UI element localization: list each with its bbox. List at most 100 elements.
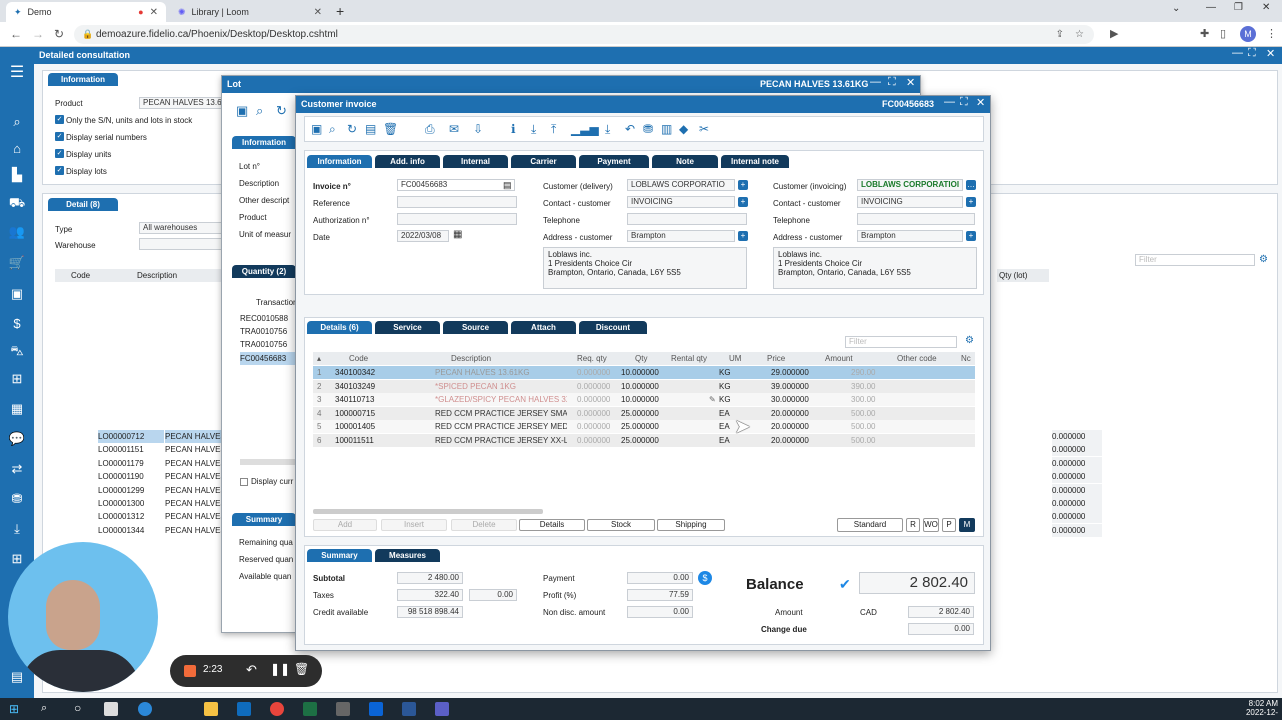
invoice-tab-payment[interactable]: Payment (579, 155, 649, 168)
transaction-row[interactable]: TRA0010756 (240, 325, 295, 338)
tag-icon[interactable]: ◆ (679, 122, 688, 136)
chevron-down-icon[interactable]: ⌄ (1172, 3, 1180, 14)
summary-tab-summary[interactable]: Summary (307, 549, 372, 562)
search-icon[interactable]: ⌕ (0, 112, 34, 132)
save-icon[interactable]: ▤ (365, 122, 376, 136)
details-tab-details[interactable]: Details (6) (307, 321, 372, 334)
close-icon[interactable]: ✕ (314, 7, 322, 18)
close-icon[interactable]: ✕ (976, 96, 985, 109)
info-icon[interactable]: ℹ (511, 122, 516, 136)
checkbox-serial-numbers[interactable]: ✓ (55, 132, 64, 141)
edge-icon[interactable] (138, 702, 152, 716)
details-button[interactable]: Details (519, 519, 585, 531)
contact-delivery-input[interactable]: INVOICING (627, 196, 735, 208)
sort-up-icon[interactable]: ▴ (317, 352, 321, 365)
tools-icon[interactable]: ✂ (699, 122, 709, 136)
add-address-invoicing-icon[interactable]: + (966, 231, 976, 241)
new-icon[interactable]: ▣ (236, 103, 248, 119)
restore-icon[interactable]: ❐ (1234, 2, 1243, 13)
close-icon[interactable]: ✕ (906, 76, 915, 89)
import-icon[interactable]: ⤓ (605, 122, 610, 137)
task-view-icon[interactable]: ○ (74, 701, 81, 715)
transfer-icon[interactable]: ⇄ (0, 459, 34, 479)
undo-icon[interactable]: ↶ (246, 662, 257, 678)
details-tab-discount[interactable]: Discount (579, 321, 647, 334)
table-row[interactable]: 1 340100342 PECAN HALVES 13.61KG 0.000000 10… (313, 366, 975, 379)
telephone-delivery-input[interactable] (627, 213, 747, 225)
dollar-icon[interactable]: $ (698, 571, 712, 585)
table-row[interactable]: 2 340103249 *SPICED PECAN 1KG 0.000000 10.00… (313, 379, 975, 393)
scrollbar[interactable] (240, 459, 295, 465)
summary-tab-measures[interactable]: Measures (375, 549, 440, 562)
email-icon[interactable]: ✉ (449, 122, 459, 136)
refresh-icon[interactable]: ↻ (347, 122, 357, 136)
warehouse-select[interactable] (139, 238, 223, 250)
boxes-icon[interactable]: ▦ (0, 399, 34, 419)
sidebar-icon[interactable]: ▯ (1220, 27, 1226, 40)
tab-information[interactable]: Information (48, 73, 118, 86)
standard-button[interactable]: Standard (837, 518, 903, 532)
invoice-tab-internal-note[interactable]: Internal note (721, 155, 789, 168)
users-icon[interactable]: 👥 (0, 222, 34, 242)
details-tab-attach[interactable]: Attach (511, 321, 576, 334)
details-filter-input[interactable]: Filter (845, 336, 957, 348)
minimize-icon[interactable]: — (1206, 2, 1216, 13)
reload-icon[interactable]: ↻ (54, 27, 64, 41)
mode-m-button[interactable]: M (959, 518, 975, 532)
delete-button[interactable]: Delete (451, 519, 517, 531)
add-address-delivery-icon[interactable]: + (738, 231, 748, 241)
tab-detail[interactable]: Detail (8) (48, 198, 118, 211)
back-icon[interactable]: ← (10, 27, 22, 41)
word-icon[interactable] (402, 702, 416, 716)
forward-icon[interactable]: → (32, 27, 44, 41)
refresh-icon[interactable]: ↻ (276, 103, 287, 119)
chart-icon[interactable]: ▙ (0, 165, 34, 185)
file-explorer-icon[interactable] (204, 702, 218, 716)
invoice-tab-carrier[interactable]: Carrier (511, 155, 576, 168)
table-row[interactable]: 5 100001405 RED CCM PRACTICE JERSEY MEDIU 0… (313, 420, 975, 433)
calendar-icon[interactable]: ▦ (453, 229, 462, 240)
minimize-icon[interactable]: — (1232, 47, 1243, 59)
telephone-invoicing-input[interactable] (857, 213, 975, 225)
new-tab-icon[interactable]: + (336, 3, 344, 19)
cart-icon[interactable]: 🛒 (0, 253, 34, 273)
transaction-row[interactable]: FC00456683 (240, 352, 295, 365)
menu-icon[interactable]: ⋮ (1266, 27, 1277, 40)
minimize-icon[interactable]: — (870, 76, 881, 88)
invoice-number-input[interactable]: FC00456683 (397, 179, 515, 191)
address-invoicing-input[interactable]: Brampton (857, 230, 963, 242)
add-contact-delivery-icon[interactable]: + (738, 197, 748, 207)
download-icon[interactable]: ⤓ (531, 122, 536, 137)
hamburger-icon[interactable]: ☰ (0, 63, 34, 83)
edit-pencil-icon[interactable]: ✎ (709, 393, 716, 406)
close-icon[interactable]: ✕ (150, 7, 158, 18)
checkbox-in-stock[interactable]: ✓ (55, 115, 64, 124)
widgets-icon[interactable] (104, 702, 118, 716)
address-delivery-input[interactable]: Brampton (627, 230, 735, 242)
checkbox-display-lots[interactable]: ✓ (55, 166, 64, 175)
print-icon[interactable]: ⎙ (425, 122, 435, 137)
add-contact-invoicing-icon[interactable]: + (966, 197, 976, 207)
details-tab-source[interactable]: Source (443, 321, 508, 334)
outlook-icon[interactable] (369, 702, 383, 716)
details-tab-service[interactable]: Service (375, 321, 440, 334)
invoice-tab-internal[interactable]: Internal (443, 155, 508, 168)
url-input[interactable]: 🔒 demoazure.fidelio.ca/Phoenix/Desktop/D… (74, 25, 1094, 44)
bar-chart-icon[interactable]: ▁▃▅ (571, 122, 599, 136)
date-input[interactable]: 2022/03/08 (397, 230, 449, 242)
maximize-icon[interactable]: ⛶ (960, 96, 968, 109)
pause-icon[interactable]: ❚❚ (270, 662, 290, 676)
download-icon[interactable]: ⤓ (0, 519, 34, 539)
money-icon[interactable]: ⛃ (643, 122, 653, 136)
home-icon[interactable]: ⌂ (0, 139, 34, 159)
stock-button[interactable]: Stock (587, 519, 655, 531)
authorization-input[interactable] (397, 213, 517, 225)
transaction-row[interactable]: REC0010588 (240, 312, 295, 325)
lot-tab-summary[interactable]: Summary (232, 513, 296, 526)
checkbox-display-units[interactable]: ✓ (55, 149, 64, 158)
customer-invoicing-input[interactable]: LOBLAWS CORPORATIOI (857, 179, 963, 191)
maximize-icon[interactable]: ⛶ (888, 76, 896, 89)
basket-icon[interactable]: ⛍ (0, 341, 34, 361)
excel-icon[interactable] (303, 702, 317, 716)
avatar[interactable]: M (1240, 26, 1256, 42)
